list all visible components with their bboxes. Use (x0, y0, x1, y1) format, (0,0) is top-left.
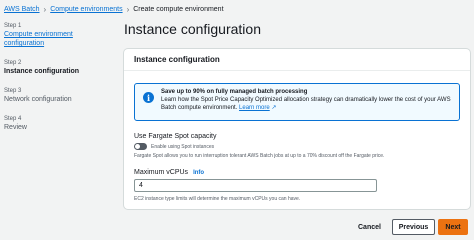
maximum-vcpus-input[interactable] (134, 179, 377, 192)
step-number: Step 1 (4, 23, 22, 29)
learn-more-link[interactable]: Learn more (239, 105, 270, 111)
alert-body: Learn how the Spot Price Capacity Optimi… (161, 96, 451, 112)
info-icon: i (143, 92, 154, 103)
external-link-icon: ↗ (271, 105, 277, 111)
maximum-vcpus-label: Maximum vCPUs Info (134, 169, 204, 176)
breadcrumb: AWS Batch › Compute environments › Creat… (4, 3, 224, 15)
step-4: Step 4 Review (4, 115, 109, 132)
card-header: Instance configuration (124, 49, 470, 71)
info-link[interactable]: Info (193, 170, 204, 176)
step-3: Step 3 Network configuration (4, 87, 109, 104)
step-label-instance-configuration: Instance configuration (4, 68, 80, 75)
spot-savings-alert: i Save up to 90% on fully managed batch … (134, 83, 460, 121)
fargate-spot-toggle[interactable] (134, 143, 147, 150)
previous-button[interactable]: Previous (392, 219, 435, 235)
fargate-spot-label: Use Fargate Spot capacity (134, 133, 217, 140)
instance-configuration-card: Instance configuration i Save up to 90% … (124, 49, 470, 209)
breadcrumb-current: Create compute environment (133, 5, 224, 13)
alert-body-text: Learn how the Spot Price Capacity Optimi… (161, 97, 451, 111)
step-label-review: Review (4, 124, 27, 131)
maximum-vcpus-description: EC2 instance type limits will determine … (134, 196, 301, 202)
chevron-right-icon: › (43, 4, 47, 14)
wizard-footer: Cancel Previous Next (0, 219, 474, 235)
maximum-vcpus-label-text: Maximum vCPUs (134, 169, 189, 176)
toggle-knob (135, 144, 140, 149)
page-title: Instance configuration (124, 21, 261, 37)
alert-title: Save up to 90% on fully managed batch pr… (161, 89, 308, 95)
chevron-right-icon: › (126, 4, 130, 14)
step-number: Step 2 (4, 60, 22, 66)
toggle-label: Enable using Spot instances (151, 143, 215, 150)
breadcrumb-compute-environments[interactable]: Compute environments (50, 6, 122, 13)
step-number: Step 4 (4, 116, 22, 122)
fargate-spot-toggle-row: Enable using Spot instances (134, 143, 214, 150)
cancel-button[interactable]: Cancel (354, 219, 385, 235)
wizard-steps: Step 1 Compute environment configuration… (4, 22, 109, 143)
step-number: Step 3 (4, 88, 22, 94)
breadcrumb-aws-batch[interactable]: AWS Batch (4, 6, 40, 13)
fargate-spot-description: Fargate Spot allows you to run interrupt… (134, 153, 385, 159)
next-button[interactable]: Next (438, 219, 468, 235)
step-1: Step 1 Compute environment configuration (4, 22, 109, 48)
step-2: Step 2 Instance configuration (4, 59, 109, 76)
step-link-compute-environment-configuration[interactable]: Compute environment configuration (4, 30, 109, 48)
step-label-network-configuration: Network configuration (4, 96, 72, 103)
